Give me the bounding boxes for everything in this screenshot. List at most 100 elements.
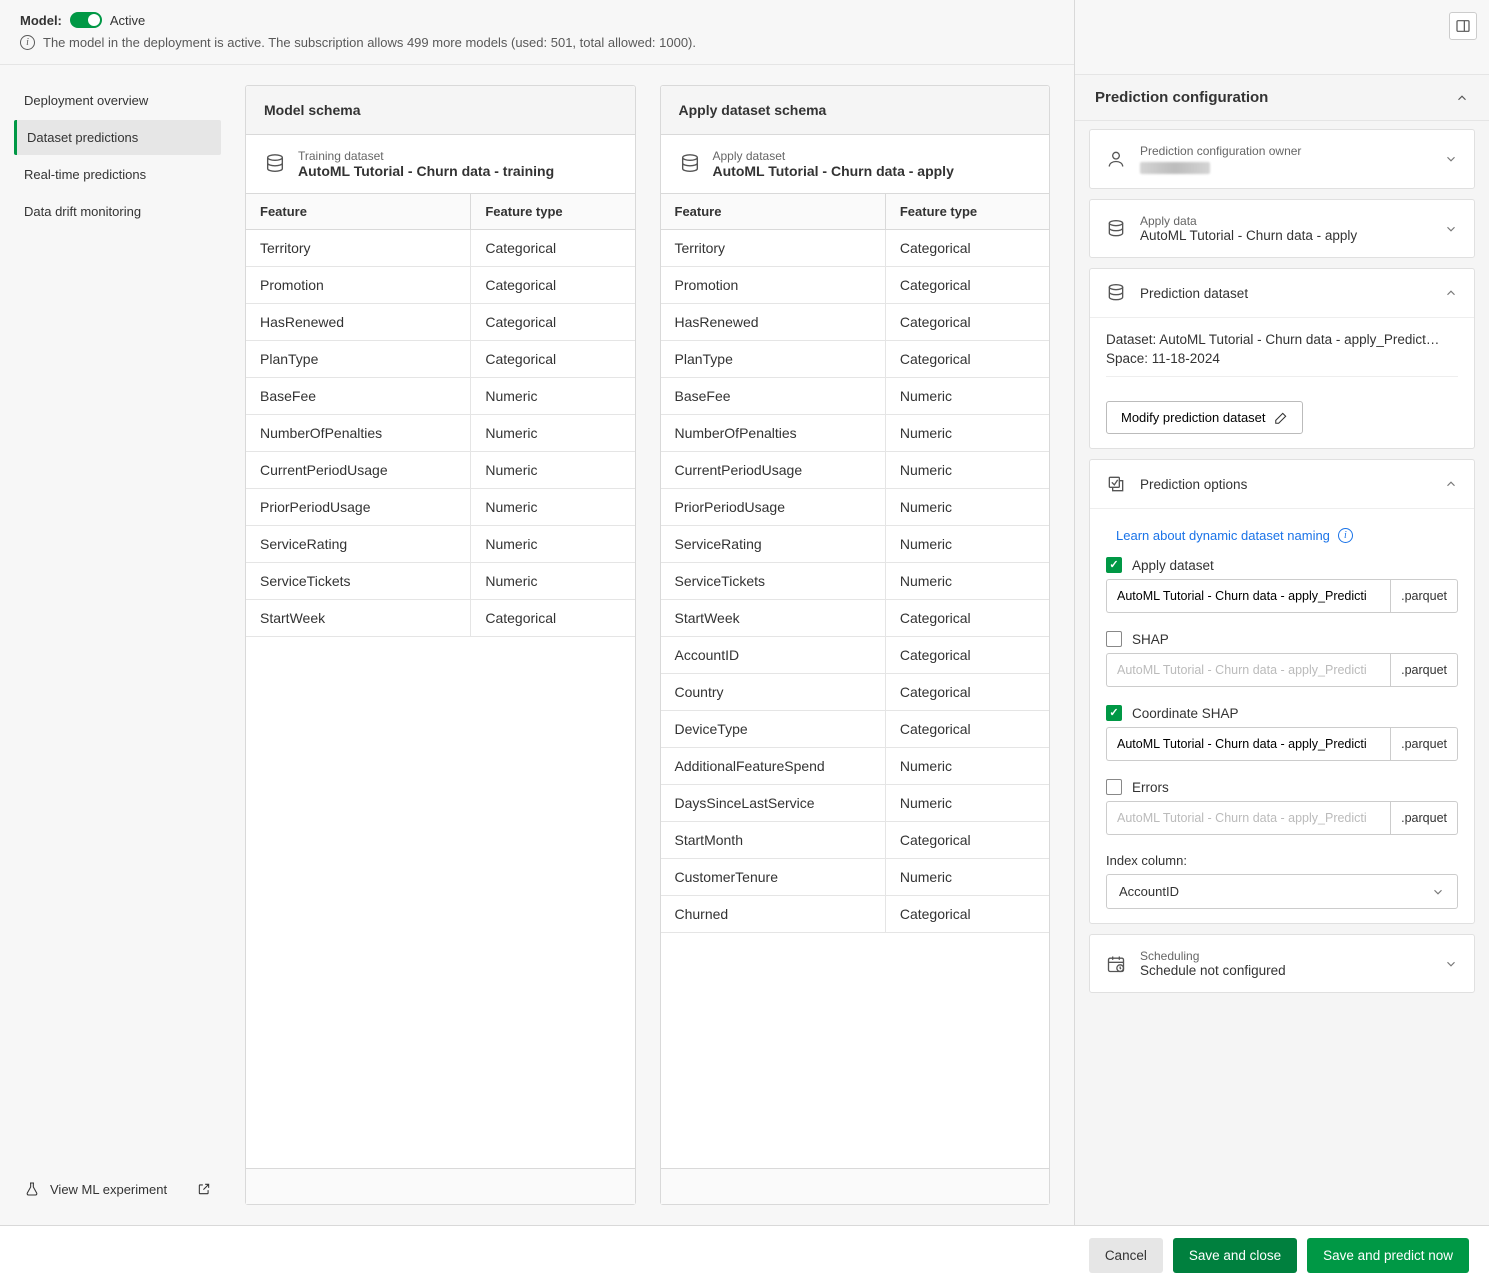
- apply-dataset-checkbox[interactable]: [1106, 557, 1122, 573]
- footer-actions: Cancel Save and close Save and predict n…: [0, 1225, 1489, 1285]
- model-schema-title: Model schema: [246, 86, 635, 135]
- model-status-bar: Model: Active i The model in the deploym…: [0, 0, 1074, 65]
- feature-cell: StartWeek: [661, 600, 886, 636]
- chevron-up-icon[interactable]: [1455, 91, 1469, 105]
- prediction-dataset-name: Dataset: AutoML Tutorial - Churn data - …: [1106, 332, 1458, 347]
- panel-icon: [1455, 18, 1471, 34]
- feature-cell: Country: [661, 674, 886, 710]
- feature-type-cell: Numeric: [886, 748, 1049, 784]
- feature-type-cell: Categorical: [886, 600, 1049, 636]
- info-icon: i: [20, 35, 35, 50]
- flask-icon: [24, 1181, 40, 1197]
- owner-value-redacted: [1140, 162, 1210, 174]
- modify-prediction-dataset-button[interactable]: Modify prediction dataset: [1106, 401, 1303, 434]
- owner-card[interactable]: Prediction configuration owner: [1089, 129, 1475, 189]
- feature-cell: NumberOfPenalties: [246, 415, 471, 451]
- feature-type-cell: Numeric: [886, 452, 1049, 488]
- prediction-dataset-title: Prediction dataset: [1140, 286, 1248, 301]
- save-and-close-button[interactable]: Save and close: [1173, 1238, 1297, 1273]
- feature-type-cell: Numeric: [886, 563, 1049, 599]
- database-icon: [679, 153, 701, 175]
- index-column-select[interactable]: AccountID: [1106, 874, 1458, 909]
- table-row: AccountIDCategorical: [661, 637, 1050, 674]
- file-ext: .parquet: [1390, 727, 1458, 761]
- table-row: HasRenewedCategorical: [661, 304, 1050, 341]
- apply-schema-rows: TerritoryCategoricalPromotionCategorical…: [661, 230, 1050, 1168]
- errors-opt-label: Errors: [1132, 780, 1169, 795]
- sidebar-item-dataset-predictions[interactable]: Dataset predictions: [14, 120, 221, 155]
- table-row: StartWeekCategorical: [246, 600, 635, 637]
- panel-collapse-button[interactable]: [1449, 12, 1477, 40]
- feature-cell: Promotion: [661, 267, 886, 303]
- feature-type-cell: Categorical: [471, 230, 634, 266]
- shap-checkbox[interactable]: [1106, 631, 1122, 647]
- model-info-text: The model in the deployment is active. T…: [43, 34, 696, 52]
- options-icon: [1106, 474, 1126, 494]
- feature-type-cell: Numeric: [471, 452, 634, 488]
- table-row: ServiceTicketsNumeric: [246, 563, 635, 600]
- learn-dynamic-naming-link[interactable]: Learn about dynamic dataset naming i: [1116, 527, 1458, 543]
- table-row: PlanTypeCategorical: [661, 341, 1050, 378]
- feature-type-cell: Numeric: [886, 378, 1049, 414]
- model-label: Model:: [20, 13, 62, 28]
- feature-cell: PriorPeriodUsage: [246, 489, 471, 525]
- table-row: ServiceRatingNumeric: [661, 526, 1050, 563]
- feature-type-cell: Numeric: [886, 526, 1049, 562]
- feature-cell: CustomerTenure: [661, 859, 886, 895]
- file-ext: .parquet: [1390, 801, 1458, 835]
- model-active-toggle[interactable]: [70, 12, 102, 28]
- feature-type-cell: Numeric: [886, 859, 1049, 895]
- feature-type-cell: Categorical: [886, 230, 1049, 266]
- feature-cell: DaysSinceLastService: [661, 785, 886, 821]
- feature-type-cell: Numeric: [471, 563, 634, 599]
- feature-type-cell: Categorical: [886, 637, 1049, 673]
- coord-shap-opt-label: Coordinate SHAP: [1132, 706, 1239, 721]
- prediction-options-card: Prediction options Learn about dynamic d…: [1089, 459, 1475, 924]
- table-row: PromotionCategorical: [661, 267, 1050, 304]
- file-ext: .parquet: [1390, 653, 1458, 687]
- feature-type-cell: Categorical: [886, 896, 1049, 932]
- scheduling-card[interactable]: Scheduling Schedule not configured: [1089, 934, 1475, 993]
- errors-checkbox[interactable]: [1106, 779, 1122, 795]
- feature-cell: Churned: [661, 896, 886, 932]
- apply-dataset-filename-input[interactable]: [1106, 579, 1390, 613]
- save-and-predict-button[interactable]: Save and predict now: [1307, 1238, 1469, 1273]
- training-dataset-label: Training dataset: [298, 149, 554, 163]
- active-label: Active: [110, 13, 145, 28]
- shap-opt-label: SHAP: [1132, 632, 1169, 647]
- apply-data-label: Apply data: [1140, 214, 1357, 228]
- model-schema-panel: Model schema Training dataset AutoML Tut…: [245, 85, 636, 1205]
- cancel-button[interactable]: Cancel: [1089, 1238, 1163, 1273]
- prediction-config-panel: Prediction configuration Prediction conf…: [1074, 0, 1489, 1225]
- table-row: BaseFeeNumeric: [661, 378, 1050, 415]
- view-ml-experiment-link[interactable]: View ML experiment: [14, 1171, 221, 1207]
- table-row: StartWeekCategorical: [661, 600, 1050, 637]
- feature-cell: BaseFee: [246, 378, 471, 414]
- coord-shap-filename-input[interactable]: [1106, 727, 1390, 761]
- feature-type-cell: Categorical: [471, 341, 634, 377]
- feature-cell: HasRenewed: [246, 304, 471, 340]
- sidebar-item-realtime-predictions[interactable]: Real-time predictions: [14, 157, 221, 192]
- apply-data-name: AutoML Tutorial - Churn data - apply: [1140, 228, 1357, 243]
- prediction-options-title: Prediction options: [1140, 477, 1247, 492]
- feature-type-cell: Numeric: [886, 415, 1049, 451]
- calendar-icon: [1106, 954, 1126, 974]
- feature-cell: ServiceTickets: [661, 563, 886, 599]
- chevron-up-icon: [1444, 477, 1458, 491]
- feature-type-cell: Numeric: [471, 415, 634, 451]
- table-row: ServiceRatingNumeric: [246, 526, 635, 563]
- feature-cell: ServiceTickets: [246, 563, 471, 599]
- feature-cell: Territory: [246, 230, 471, 266]
- apply-data-card[interactable]: Apply data AutoML Tutorial - Churn data …: [1089, 199, 1475, 258]
- database-icon: [264, 153, 286, 175]
- sidebar-item-data-drift[interactable]: Data drift monitoring: [14, 194, 221, 229]
- col-feature: Feature: [661, 194, 886, 229]
- feature-cell: PriorPeriodUsage: [661, 489, 886, 525]
- prediction-dataset-card: Prediction dataset Dataset: AutoML Tutor…: [1089, 268, 1475, 449]
- feature-type-cell: Numeric: [886, 785, 1049, 821]
- scheduling-label: Scheduling: [1140, 949, 1286, 963]
- coord-shap-checkbox[interactable]: [1106, 705, 1122, 721]
- feature-cell: HasRenewed: [661, 304, 886, 340]
- sidebar-item-deployment-overview[interactable]: Deployment overview: [14, 83, 221, 118]
- table-row: TerritoryCategorical: [246, 230, 635, 267]
